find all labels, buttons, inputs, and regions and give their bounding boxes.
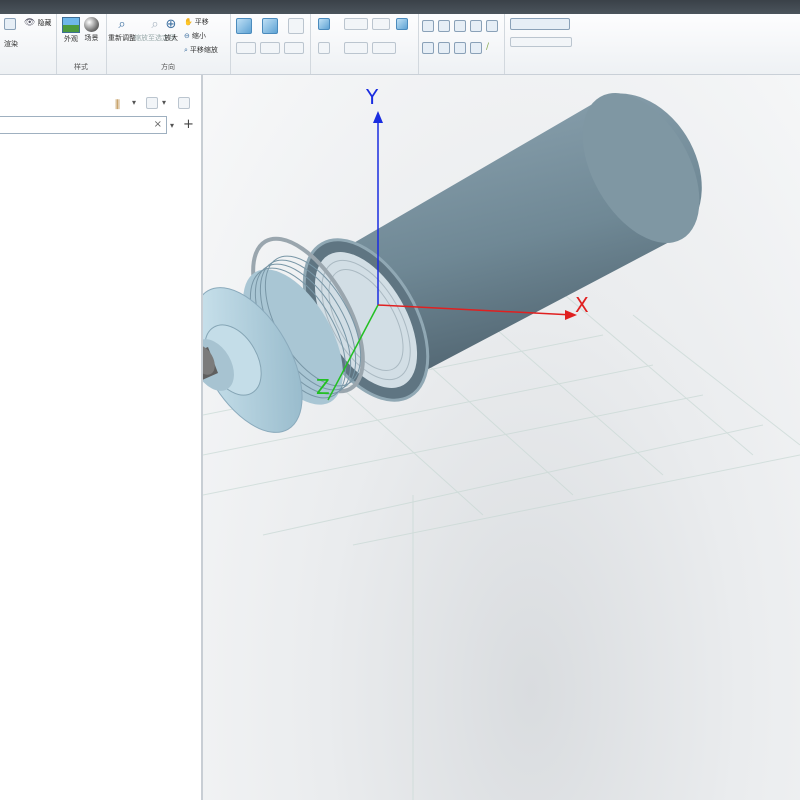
shading-icon[interactable]: [318, 18, 330, 30]
window-switch-button[interactable]: [510, 37, 572, 47]
search-field[interactable]: ×: [0, 116, 167, 134]
layers-icon: [4, 18, 16, 30]
sketch-icon[interactable]: ∕: [486, 42, 489, 52]
y-axis-label: Y: [366, 85, 379, 109]
hide-label: 隐藏: [37, 19, 52, 27]
magnifier-icon: ⌕: [118, 17, 126, 32]
hide-button[interactable]: 👁 隐藏: [24, 18, 51, 28]
pan-zoom-label: 平移缩放: [189, 46, 218, 54]
close-icon[interactable]: ×: [154, 119, 162, 130]
x-axis-label: X: [575, 293, 589, 317]
point-tag-icon[interactable]: [454, 42, 466, 54]
render-button[interactable]: 渲染: [4, 39, 18, 49]
zoom-out-label: 缩小: [191, 32, 206, 40]
section-icon[interactable]: [344, 18, 368, 30]
pan-button[interactable]: ✋ 平移: [184, 17, 209, 27]
add-icon[interactable]: +: [183, 117, 194, 132]
ribbon-group-display: 👁 隐藏 渲染: [0, 14, 57, 74]
eye-icon: 👁: [24, 18, 36, 28]
pan-zoom-button[interactable]: ⌕ 平移缩放: [184, 45, 218, 55]
datum-plane-icon[interactable]: [422, 20, 434, 32]
csys-icon[interactable]: [470, 20, 482, 32]
zoom-in-button[interactable]: ⊕ 放大: [164, 17, 178, 43]
ribbon-group-window: [504, 14, 580, 74]
scene-label: 场景: [84, 34, 99, 42]
named-view-icon[interactable]: [260, 42, 280, 54]
orientation-group-label: 方向: [161, 63, 175, 71]
model-tree-toolbar: ⫼ ▾ ▾: [0, 92, 201, 114]
title-bar: [0, 0, 800, 14]
model-canvas: [203, 93, 800, 800]
layers-button[interactable]: [4, 18, 16, 30]
datum-point-icon[interactable]: [454, 20, 466, 32]
appearance-button[interactable]: 外观: [62, 17, 80, 44]
zoom-in-icon: ⊕: [165, 17, 177, 32]
hand-icon: ✋: [184, 18, 193, 26]
search-dropdown-icon[interactable]: ▾: [170, 121, 174, 130]
image-icon: [62, 17, 80, 33]
explode-icon[interactable]: [344, 42, 368, 54]
view-cube-icon[interactable]: [236, 18, 252, 34]
view-edit-icon[interactable]: [262, 18, 278, 34]
refit-button[interactable]: ⌕ 重新调整: [108, 17, 136, 43]
z-axis-label: Z: [316, 375, 330, 399]
ribbon-toolbar: 👁 隐藏 渲染 外观 场景 样式 ⌕ 重新调整 ⌕ 缩放至选定项 ⊕ 放大 ✋ …: [0, 14, 800, 75]
zoom-selected-icon: ⌕: [151, 17, 159, 32]
plane-tag-icon[interactable]: [422, 42, 434, 54]
model-icon[interactable]: [396, 18, 408, 30]
perspective-icon[interactable]: [318, 42, 330, 54]
ribbon-group-display-style: [310, 14, 419, 74]
edit-position-icon[interactable]: [372, 42, 396, 54]
search-input[interactable]: [3, 118, 147, 134]
chevron-down-icon[interactable]: ▾: [162, 98, 166, 107]
window-icons[interactable]: [510, 18, 570, 30]
style-group-label: 样式: [74, 63, 88, 71]
graphics-viewport[interactable]: Y X Z: [203, 75, 800, 800]
chevron-down-icon[interactable]: ▾: [132, 98, 136, 107]
ribbon-group-orientation: ⌕ 重新调整 ⌕ 缩放至选定项 ⊕ 放大 ✋ 平移 ⊖ 缩小 ⌕ 平移缩放 方向: [106, 14, 231, 74]
view-manager-icon[interactable]: [288, 18, 304, 34]
pan-label: 平移: [194, 18, 209, 26]
sphere-icon: [84, 17, 99, 32]
spin-center-icon[interactable]: [470, 42, 482, 54]
model-tree-panel: ⫼ ▾ ▾ × ▾ +: [0, 75, 203, 800]
reorient-icon[interactable]: [284, 42, 304, 54]
zoom-out-button[interactable]: ⊖ 缩小: [184, 31, 206, 41]
zoom-in-label: 放大: [164, 34, 178, 42]
annotation-icon[interactable]: [486, 20, 498, 32]
pan-zoom-icon: ⌕: [184, 45, 188, 54]
tools-icon[interactable]: ⫼: [115, 98, 120, 112]
layer-view-icon[interactable]: [372, 18, 390, 30]
ribbon-group-annotations: ∕: [418, 14, 505, 74]
ribbon-group-views: [230, 14, 311, 74]
settings-icon[interactable]: [146, 97, 158, 109]
axis-tag-icon[interactable]: [438, 42, 450, 54]
show-icon[interactable]: [178, 97, 190, 109]
zoom-out-icon: ⊖: [184, 32, 190, 40]
refit-label: 重新调整: [108, 34, 136, 42]
render-label: 渲染: [4, 40, 18, 48]
ribbon-group-style: 外观 场景 样式: [56, 14, 107, 74]
appearance-label: 外观: [64, 35, 78, 43]
scene-button[interactable]: 场景: [84, 17, 99, 43]
datum-axis-icon[interactable]: [438, 20, 450, 32]
saved-view-icon[interactable]: [236, 42, 256, 54]
